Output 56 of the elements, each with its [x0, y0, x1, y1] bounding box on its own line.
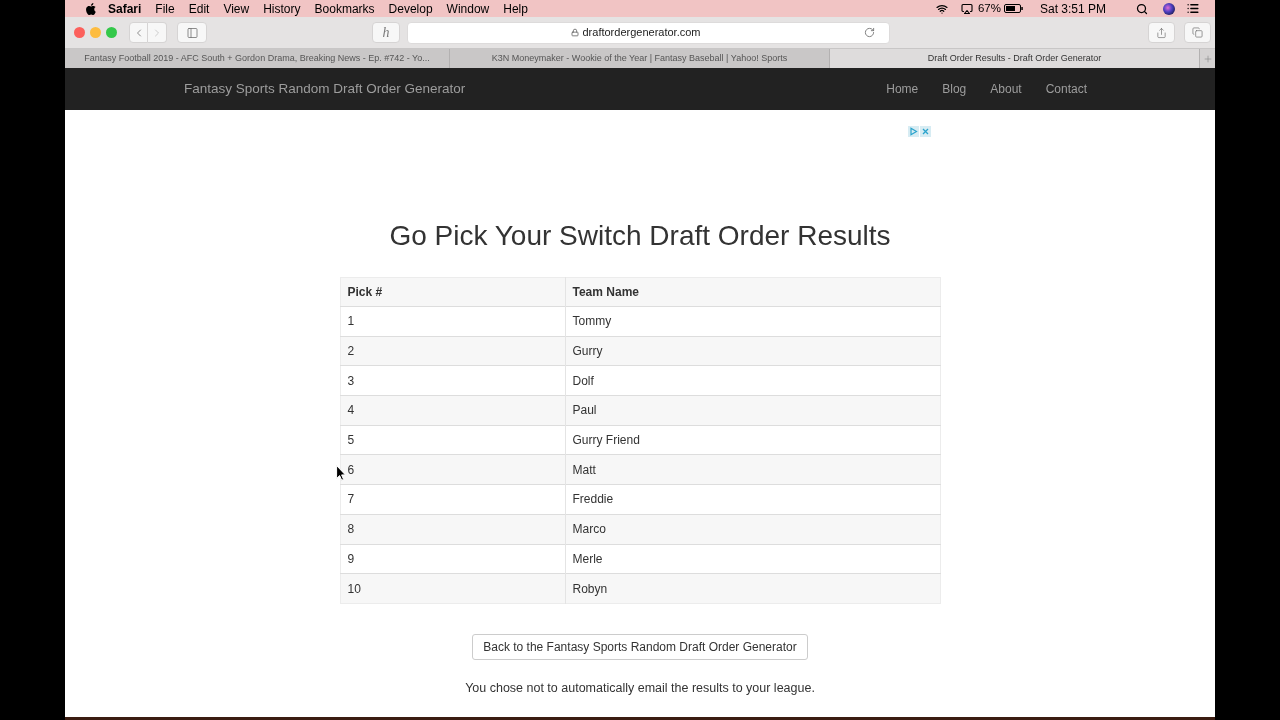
tab-overview-button[interactable] [1184, 22, 1211, 43]
menu-item[interactable]: View [223, 0, 250, 18]
sidebar-icon [185, 26, 199, 39]
table-cell: Gurry Friend [565, 425, 940, 455]
extension-button[interactable]: h [372, 22, 400, 43]
back-to-generator-button[interactable]: Back to the Fantasy Sports Random Draft Order Generator [472, 633, 808, 660]
table-cell: Merle [565, 544, 940, 574]
back-button[interactable] [129, 22, 148, 43]
tab-overview-icon [1192, 27, 1203, 38]
table-cell: Freddie [565, 484, 940, 515]
table-cell: Paul [565, 395, 940, 426]
apple-logo-icon[interactable] [86, 2, 96, 15]
share-icon [1156, 26, 1167, 39]
wifi-icon[interactable] [934, 2, 949, 15]
table-cell: Dolf [565, 365, 940, 396]
nav-link[interactable]: Blog [942, 80, 967, 98]
table-cell: 10 [340, 573, 565, 604]
plus-icon [1202, 53, 1213, 64]
menu-item[interactable]: History [263, 0, 301, 18]
adchoices-icon[interactable] [907, 126, 919, 137]
address-text: draftordergenerator.com [582, 25, 701, 41]
nav-link[interactable]: Contact [1045, 80, 1087, 98]
lock-icon [571, 28, 580, 37]
site-brand[interactable]: Fantasy Sports Random Draft Order Generator [184, 78, 466, 100]
column-header: Team Name [565, 277, 940, 307]
airplay-icon[interactable] [959, 2, 974, 15]
nav-link[interactable]: About [990, 80, 1022, 98]
menu-list-icon[interactable] [1186, 2, 1200, 15]
battery-percentage: 67% [977, 0, 1001, 16]
address-field[interactable]: draftordergenerator.com [407, 21, 890, 44]
email-note: You chose not to automatically email the results to your league. [465, 679, 815, 697]
menu-item[interactable]: Window [446, 0, 490, 18]
close-icon[interactable] [919, 126, 931, 137]
menu-app-name[interactable]: Safari [108, 0, 142, 18]
table-cell: Robyn [565, 573, 940, 604]
battery-icon[interactable] [1003, 4, 1023, 13]
table-cell: Matt [565, 454, 940, 485]
reload-icon[interactable] [864, 27, 875, 38]
sidebar-button[interactable] [177, 22, 207, 43]
table-cell: Marco [565, 514, 940, 544]
menu-item[interactable]: File [155, 0, 175, 18]
nav-link[interactable]: Home [886, 80, 919, 98]
page-title: Go Pick Your Switch Draft Order Results [389, 219, 891, 253]
share-button[interactable] [1148, 22, 1175, 43]
browser-tab[interactable]: Draft Order Results - Draft Order Generator [830, 49, 1200, 68]
zoom-window-icon[interactable] [106, 27, 117, 38]
menu-item[interactable]: Develop [388, 0, 433, 18]
siri-icon[interactable] [1163, 2, 1175, 15]
menu-item[interactable]: Edit [188, 0, 210, 18]
table-cell: Gurry [565, 336, 940, 366]
menu-clock[interactable]: Sat 3:51 PM [1039, 0, 1106, 18]
close-window-icon[interactable] [74, 27, 85, 38]
menu-item[interactable]: Help [503, 0, 528, 18]
table-cell: Tommy [565, 306, 940, 337]
search-icon[interactable] [1136, 2, 1148, 15]
menu-item[interactable]: Bookmarks [314, 0, 375, 18]
